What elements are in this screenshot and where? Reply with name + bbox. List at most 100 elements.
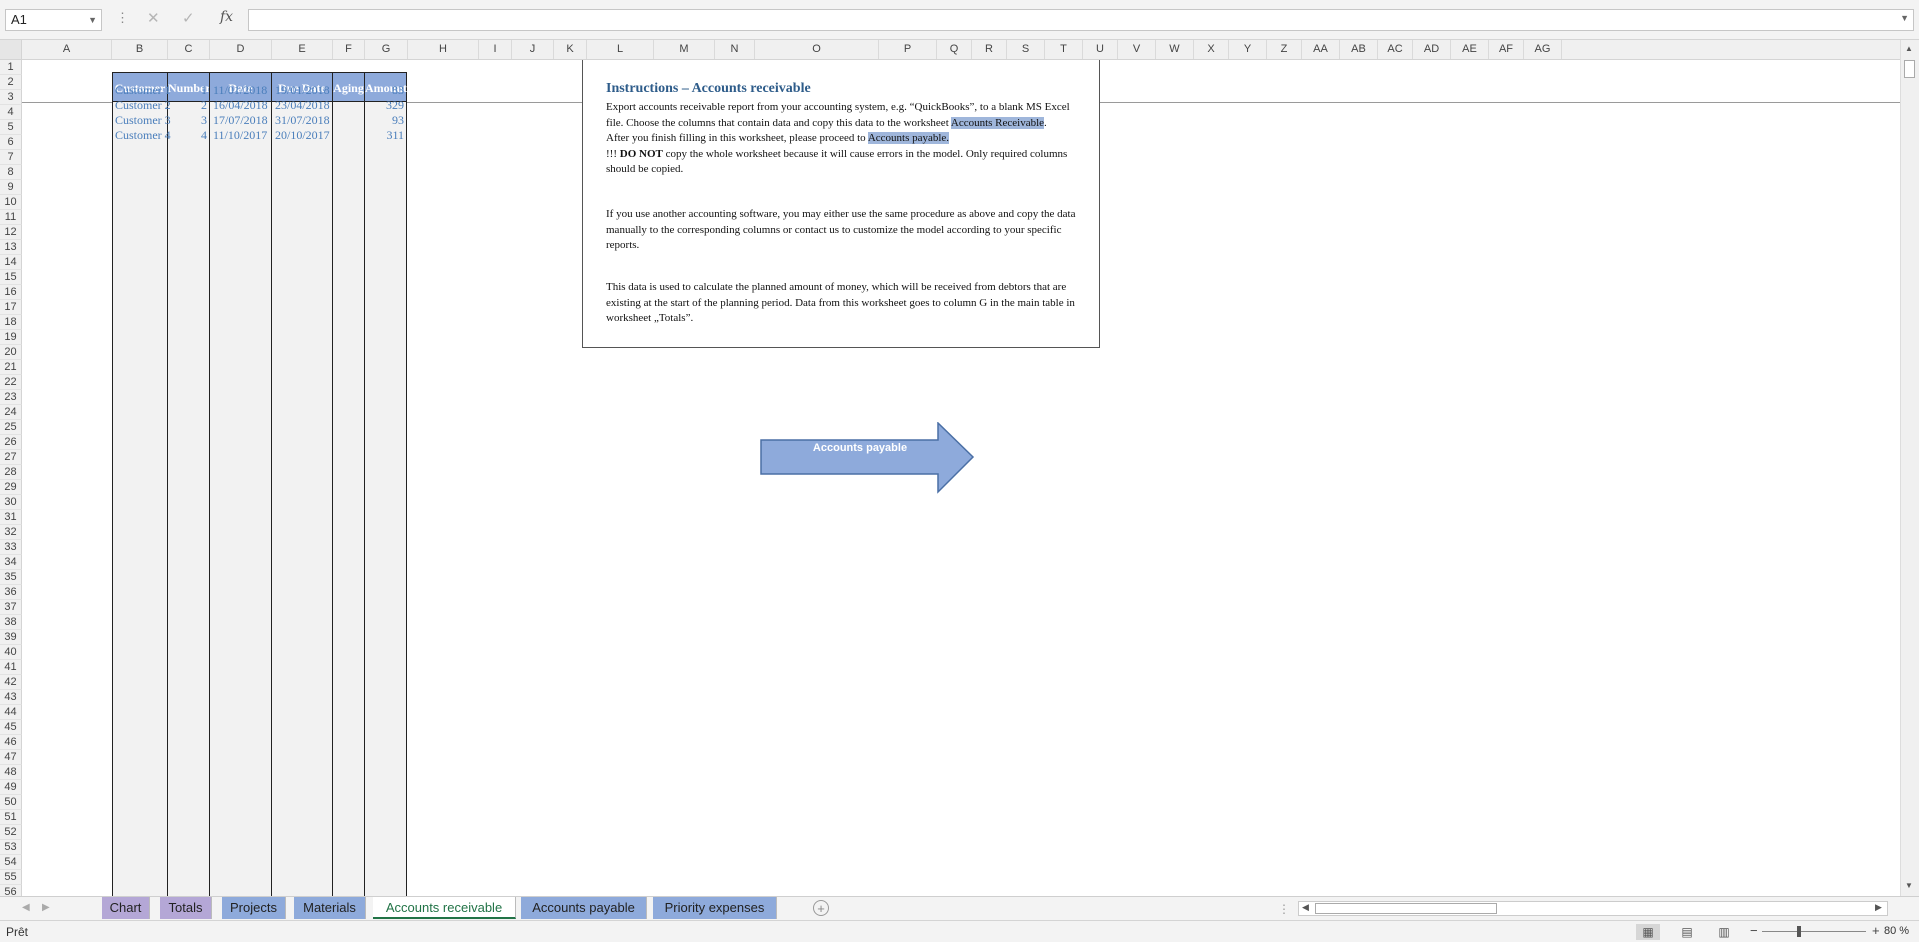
row-header-47[interactable]: 47 <box>0 750 22 765</box>
tab-materials[interactable]: Materials <box>294 897 366 919</box>
column-header-ae[interactable]: AE <box>1451 40 1489 59</box>
row-header-8[interactable]: 8 <box>0 165 22 180</box>
column-header-j[interactable]: J <box>512 40 554 59</box>
link-accounts-payable[interactable]: Accounts payable. <box>867 132 950 144</box>
zoom-slider[interactable] <box>1762 931 1866 932</box>
column-header-i[interactable]: I <box>479 40 512 59</box>
more-icon[interactable]: ⋮ <box>116 10 129 26</box>
row-header-23[interactable]: 23 <box>0 390 22 405</box>
name-box[interactable]: A1 ▼ <box>5 9 102 31</box>
tab-priority-expenses[interactable]: Priority expenses <box>653 897 777 919</box>
row-header-43[interactable]: 43 <box>0 690 22 705</box>
row-header-50[interactable]: 50 <box>0 795 22 810</box>
row-header-45[interactable]: 45 <box>0 720 22 735</box>
chevron-down-icon[interactable]: ▼ <box>88 10 97 30</box>
column-header-u[interactable]: U <box>1083 40 1118 59</box>
column-header-l[interactable]: L <box>587 40 654 59</box>
row-header-48[interactable]: 48 <box>0 765 22 780</box>
cell-amount[interactable]: 311 <box>364 128 407 143</box>
cell-customer[interactable]: Customer 4 <box>115 128 171 143</box>
row-header-15[interactable]: 15 <box>0 270 22 285</box>
column-header-s[interactable]: S <box>1007 40 1045 59</box>
row-header-20[interactable]: 20 <box>0 345 22 360</box>
add-sheet-icon[interactable]: + <box>813 900 829 916</box>
arrow-button-label[interactable]: Accounts payable <box>760 442 960 454</box>
row-header-40[interactable]: 40 <box>0 645 22 660</box>
cell-date[interactable]: 16/04/2018 <box>213 98 268 113</box>
vertical-scroll-thumb[interactable] <box>1904 60 1915 78</box>
function-icon[interactable]: fx <box>220 9 233 25</box>
row-header-34[interactable]: 34 <box>0 555 22 570</box>
cell-number[interactable]: 1 <box>167 83 210 98</box>
cell-due-date[interactable]: 19/01/2018 <box>275 83 330 98</box>
row-header-5[interactable]: 5 <box>0 120 22 135</box>
row-header-30[interactable]: 30 <box>0 495 22 510</box>
row-header-54[interactable]: 54 <box>0 855 22 870</box>
cell-customer[interactable]: Customer 2 <box>115 98 171 113</box>
cell-customer[interactable]: Customer 1 <box>115 83 171 98</box>
cell-grid[interactable]: Customer Number Date Due Date Aging Amou… <box>22 60 1900 896</box>
column-header-x[interactable]: X <box>1194 40 1229 59</box>
scroll-right-icon[interactable]: ▶ <box>1875 902 1882 913</box>
cell-amount[interactable]: 93 <box>364 113 407 128</box>
row-header-39[interactable]: 39 <box>0 630 22 645</box>
row-header-1[interactable]: 1 <box>0 60 22 75</box>
column-header-z[interactable]: Z <box>1267 40 1302 59</box>
instructions-box[interactable]: Instructions – Accounts receivable Expor… <box>582 60 1100 348</box>
cancel-icon[interactable]: ✕ <box>147 9 160 27</box>
row-header-24[interactable]: 24 <box>0 405 22 420</box>
cell-due-date[interactable]: 31/07/2018 <box>275 113 330 128</box>
zoom-slider-thumb[interactable] <box>1797 926 1801 937</box>
row-header-51[interactable]: 51 <box>0 810 22 825</box>
cell-due-date[interactable]: 23/04/2018 <box>275 98 330 113</box>
tab-projects[interactable]: Projects <box>222 897 286 919</box>
row-header-16[interactable]: 16 <box>0 285 22 300</box>
column-header-a[interactable]: A <box>22 40 112 59</box>
check-icon[interactable]: ✓ <box>182 9 195 27</box>
column-header-ab[interactable]: AB <box>1340 40 1378 59</box>
column-header-ad[interactable]: AD <box>1413 40 1451 59</box>
select-all-corner[interactable] <box>0 40 22 59</box>
column-header-f[interactable]: F <box>333 40 365 59</box>
cell-number[interactable]: 3 <box>167 113 210 128</box>
row-header-21[interactable]: 21 <box>0 360 22 375</box>
link-accounts-receivable[interactable]: Accounts Receivable <box>950 116 1045 129</box>
column-header-r[interactable]: R <box>972 40 1007 59</box>
cell-amount[interactable]: 83 <box>364 83 407 98</box>
tab-totals[interactable]: Totals <box>160 897 212 919</box>
column-header-h[interactable]: H <box>408 40 479 59</box>
row-header-37[interactable]: 37 <box>0 600 22 615</box>
column-header-w[interactable]: W <box>1156 40 1194 59</box>
zoom-out-icon[interactable]: − <box>1750 923 1758 938</box>
column-header-e[interactable]: E <box>272 40 333 59</box>
column-header-m[interactable]: M <box>654 40 715 59</box>
row-header-25[interactable]: 25 <box>0 420 22 435</box>
row-header-26[interactable]: 26 <box>0 435 22 450</box>
column-header-d[interactable]: D <box>210 40 272 59</box>
column-header-y[interactable]: Y <box>1229 40 1267 59</box>
column-header-v[interactable]: V <box>1118 40 1156 59</box>
row-header-11[interactable]: 11 <box>0 210 22 225</box>
row-header-29[interactable]: 29 <box>0 480 22 495</box>
row-header-12[interactable]: 12 <box>0 225 22 240</box>
column-header-k[interactable]: K <box>554 40 587 59</box>
header-aging[interactable]: Aging <box>332 72 365 102</box>
cell-date[interactable]: 17/07/2018 <box>213 113 268 128</box>
column-header-b[interactable]: B <box>112 40 168 59</box>
row-header-55[interactable]: 55 <box>0 870 22 885</box>
scroll-down-icon[interactable]: ▼ <box>1905 881 1913 890</box>
horizontal-scroll-thumb[interactable] <box>1315 903 1497 914</box>
row-header-18[interactable]: 18 <box>0 315 22 330</box>
tab-scroll-right-icon[interactable]: ▶ <box>42 902 50 913</box>
chevron-down-icon[interactable]: ▼ <box>1900 13 1909 23</box>
row-header-27[interactable]: 27 <box>0 450 22 465</box>
column-header-ac[interactable]: AC <box>1378 40 1413 59</box>
scroll-left-icon[interactable]: ◀ <box>1302 902 1309 913</box>
cell-number[interactable]: 4 <box>167 128 210 143</box>
row-header-28[interactable]: 28 <box>0 465 22 480</box>
row-header-9[interactable]: 9 <box>0 180 22 195</box>
row-header-36[interactable]: 36 <box>0 585 22 600</box>
cell-date[interactable]: 11/10/2017 <box>213 128 267 143</box>
column-header-aa[interactable]: AA <box>1302 40 1340 59</box>
accounts-payable-arrow-button[interactable] <box>760 422 975 494</box>
